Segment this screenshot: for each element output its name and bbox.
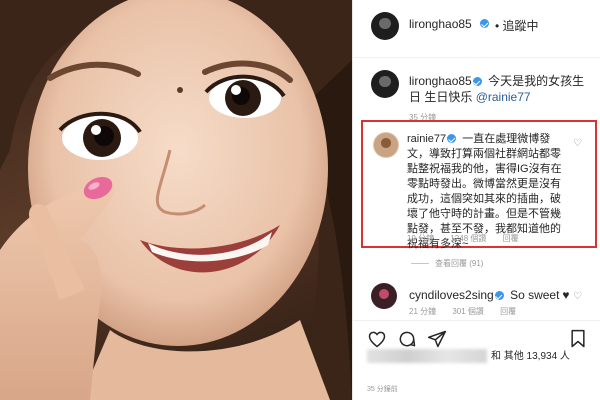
comment-timestamp: 21 分鐘 [409, 307, 437, 316]
verified-badge-icon [480, 19, 489, 28]
post-photo [0, 0, 352, 400]
comment-meta: 21 分鐘 301 個讚 回覆 [409, 306, 530, 317]
comment-username[interactable]: rainie77 [407, 133, 446, 145]
caption-text: lironghao85 今天是我的女孩生日 生日快乐 @rainie77 [409, 73, 595, 105]
instagram-post-panel: lironghao85 • 追蹤中 lironghao85 今天是我的女孩生日 … [352, 0, 600, 400]
post-timestamp: 35 分鐘前 [367, 386, 398, 393]
comment-username[interactable]: cyndiloves2sing [409, 288, 494, 302]
comment-body: So sweet [510, 288, 560, 302]
caption-username[interactable]: lironghao85 [409, 74, 472, 88]
follow-status-button[interactable]: • 追蹤中 [495, 17, 539, 34]
comment-likes-count[interactable]: 301 個讚 [452, 307, 484, 316]
verified-badge-icon [447, 134, 457, 143]
verified-badge-icon [472, 77, 482, 86]
portrait-image [0, 0, 352, 400]
avatar[interactable] [371, 70, 399, 98]
comment-likes-count[interactable]: 1248 個讚 [450, 234, 486, 243]
avatar[interactable] [371, 283, 397, 309]
share-icon[interactable] [427, 329, 447, 349]
comment-meta: 19 分鐘 1248 個讚 回覆 [407, 233, 533, 244]
heart-emoji: ♥ [562, 288, 570, 302]
heart-icon[interactable]: ♡ [573, 291, 582, 302]
heart-icon[interactable]: ♡ [573, 138, 582, 149]
heart-icon[interactable] [367, 329, 387, 349]
verified-badge-icon [494, 291, 504, 300]
comment-icon[interactable] [397, 329, 417, 349]
comment-timestamp: 19 分鐘 [407, 234, 435, 243]
comment-reply-button[interactable]: 回覆 [503, 234, 519, 243]
avatar[interactable] [371, 12, 399, 40]
blurred-username [367, 349, 487, 364]
likes-count-text: 和 其他 13,934 人 [491, 351, 570, 362]
post-header: lironghao85 • 追蹤中 [353, 0, 600, 58]
comment-reply-button[interactable]: 回覆 [500, 307, 516, 316]
second-comment: cyndiloves2sing So sweet ♥ [409, 288, 570, 302]
post-caption: lironghao85 今天是我的女孩生日 生日快乐 @rainie77 35 … [353, 60, 600, 122]
post-username[interactable]: lironghao85 [409, 17, 472, 31]
highlighted-comment: rainie77 一直在處理微博發文，導致打算兩個社群網站都零點整祝福我的他，害… [361, 120, 597, 250]
bookmark-icon[interactable] [569, 329, 587, 349]
likes-summary[interactable]: 和 其他 13,934 人 [367, 347, 570, 364]
view-replies-button[interactable]: 查看回覆 (91) [411, 258, 483, 269]
caption-mention-link[interactable]: @rainie77 [476, 90, 531, 104]
avatar[interactable] [373, 132, 399, 158]
